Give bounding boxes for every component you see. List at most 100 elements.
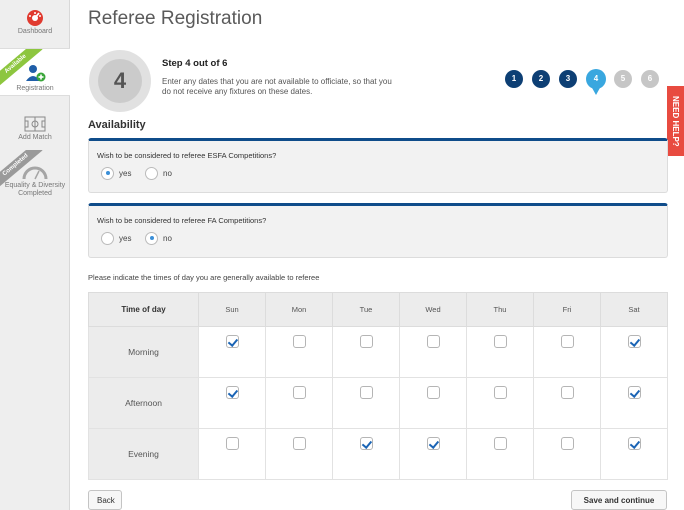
- step-dot-1[interactable]: 1: [505, 70, 523, 88]
- fa-question: Wish to be considered to referee FA Comp…: [97, 216, 267, 225]
- availability-checkbox-wed[interactable]: [426, 386, 440, 399]
- availability-title: Availability: [88, 119, 146, 131]
- progress-steps: 1 2 3 4 5 6: [505, 69, 665, 110]
- esfa-question: Wish to be considered to referee ESFA Co…: [97, 151, 277, 160]
- availability-cell: [265, 428, 333, 480]
- availability-checkbox-sat[interactable]: [627, 335, 641, 348]
- esfa-question-panel: Wish to be considered to referee ESFA Co…: [88, 138, 668, 193]
- availability-cell: [198, 428, 266, 480]
- availability-checkbox-thu[interactable]: [493, 386, 507, 399]
- availability-checkbox-thu[interactable]: [493, 335, 507, 348]
- availability-cell: [600, 377, 668, 429]
- step-dot-2[interactable]: 2: [532, 70, 550, 88]
- sidebar-item-label: Add Match: [18, 134, 52, 141]
- time-of-day-label: Morning: [88, 326, 199, 378]
- pitch-icon: [24, 116, 46, 132]
- availability-cell: [399, 326, 467, 378]
- availability-checkbox-fri[interactable]: [560, 335, 574, 348]
- availability-cell: [600, 326, 668, 378]
- availability-checkbox-sun[interactable]: [225, 386, 239, 399]
- fa-yes-radio[interactable]: [101, 231, 114, 245]
- availability-checkbox-wed[interactable]: [426, 437, 440, 450]
- page-title: Referee Registration: [88, 8, 263, 29]
- availability-checkbox-wed[interactable]: [426, 335, 440, 348]
- availability-cell: [198, 377, 266, 429]
- availability-checkbox-fri[interactable]: [560, 386, 574, 399]
- availability-checkbox-mon[interactable]: [292, 335, 306, 348]
- fa-no-option[interactable]: no: [145, 231, 172, 245]
- availability-cell: [466, 428, 534, 480]
- sidebar-item-label: Equality & Diversity Completed: [4, 182, 66, 197]
- availability-checkbox-fri[interactable]: [560, 437, 574, 450]
- step-title: Step 4 out of 6: [162, 58, 228, 69]
- availability-cell: [466, 326, 534, 378]
- day-header-thu: Thu: [466, 292, 534, 327]
- availability-checkbox-sat[interactable]: [627, 386, 641, 399]
- fa-question-panel: Wish to be considered to referee FA Comp…: [88, 203, 668, 258]
- day-header-mon: Mon: [265, 292, 333, 327]
- sidebar-item-registration[interactable]: Available Registration: [0, 48, 70, 96]
- step-dot-5: 5: [614, 70, 632, 88]
- day-header-sat: Sat: [600, 292, 668, 327]
- step-dot-6: 6: [641, 70, 659, 88]
- need-help-tab[interactable]: NEED HELP?: [667, 86, 684, 156]
- gauge-icon: [22, 166, 48, 180]
- availability-cell: [533, 428, 601, 480]
- step-indicator: 4: [89, 50, 151, 112]
- table-row: Afternoon: [88, 377, 668, 429]
- availability-cell: [332, 377, 400, 429]
- esfa-yes-option[interactable]: yes: [101, 166, 131, 180]
- availability-cell: [265, 377, 333, 429]
- availability-checkbox-sun[interactable]: [225, 335, 239, 348]
- option-label: yes: [119, 168, 132, 178]
- availability-cell: [399, 377, 467, 429]
- step-description: Enter any dates that you are not availab…: [162, 77, 392, 96]
- availability-cell: [332, 326, 400, 378]
- availability-cell: [332, 428, 400, 480]
- time-of-day-header: Time of day: [88, 292, 199, 327]
- availability-checkbox-tue[interactable]: [359, 335, 373, 348]
- step-dot-4[interactable]: 4: [586, 69, 606, 95]
- availability-cell: [399, 428, 467, 480]
- fa-no-radio[interactable]: [145, 231, 158, 245]
- step-number: 4: [98, 59, 142, 103]
- day-header-tue: Tue: [332, 292, 400, 327]
- option-label: no: [163, 168, 172, 178]
- speedometer-icon: [27, 10, 43, 26]
- table-row: Evening: [88, 428, 668, 480]
- availability-cell: [533, 326, 601, 378]
- availability-checkbox-thu[interactable]: [493, 437, 507, 450]
- availability-checkbox-sat[interactable]: [627, 437, 641, 450]
- sidebar-item-label: Registration: [16, 85, 54, 92]
- availability-checkbox-mon[interactable]: [292, 437, 306, 450]
- time-of-day-label: Afternoon: [88, 377, 199, 429]
- availability-checkbox-tue[interactable]: [359, 437, 373, 450]
- sidebar: Dashboard Available Registration Add Mat…: [0, 0, 70, 510]
- availability-cell: [600, 428, 668, 480]
- availability-cell: [198, 326, 266, 378]
- day-header-sun: Sun: [198, 292, 266, 327]
- sidebar-item-dashboard[interactable]: Dashboard: [0, 6, 70, 40]
- esfa-no-radio[interactable]: [145, 166, 158, 180]
- table-row: Morning: [88, 326, 668, 378]
- times-instruction: Please indicate the times of day you are…: [88, 273, 320, 282]
- esfa-yes-radio[interactable]: [101, 166, 114, 180]
- save-and-continue-button[interactable]: Save and continue: [571, 490, 667, 510]
- day-header-wed: Wed: [399, 292, 467, 327]
- availability-checkbox-mon[interactable]: [292, 386, 306, 399]
- sidebar-item-equality[interactable]: Completed Equality & Diversity Completed: [0, 150, 70, 220]
- availability-cell: [265, 326, 333, 378]
- availability-checkbox-sun[interactable]: [225, 437, 239, 450]
- time-of-day-label: Evening: [88, 428, 199, 480]
- esfa-no-option[interactable]: no: [145, 166, 172, 180]
- availability-cell: [466, 377, 534, 429]
- availability-cell: [533, 377, 601, 429]
- availability-checkbox-tue[interactable]: [359, 386, 373, 399]
- table-header-row: Time of day Sun Mon Tue Wed Thu Fri Sat: [88, 292, 668, 327]
- back-button[interactable]: Back: [88, 490, 122, 510]
- sidebar-item-add-match[interactable]: Add Match: [0, 114, 70, 148]
- fa-yes-option[interactable]: yes: [101, 231, 131, 245]
- day-header-fri: Fri: [533, 292, 601, 327]
- add-user-icon: [26, 65, 46, 82]
- step-dot-3[interactable]: 3: [559, 70, 577, 88]
